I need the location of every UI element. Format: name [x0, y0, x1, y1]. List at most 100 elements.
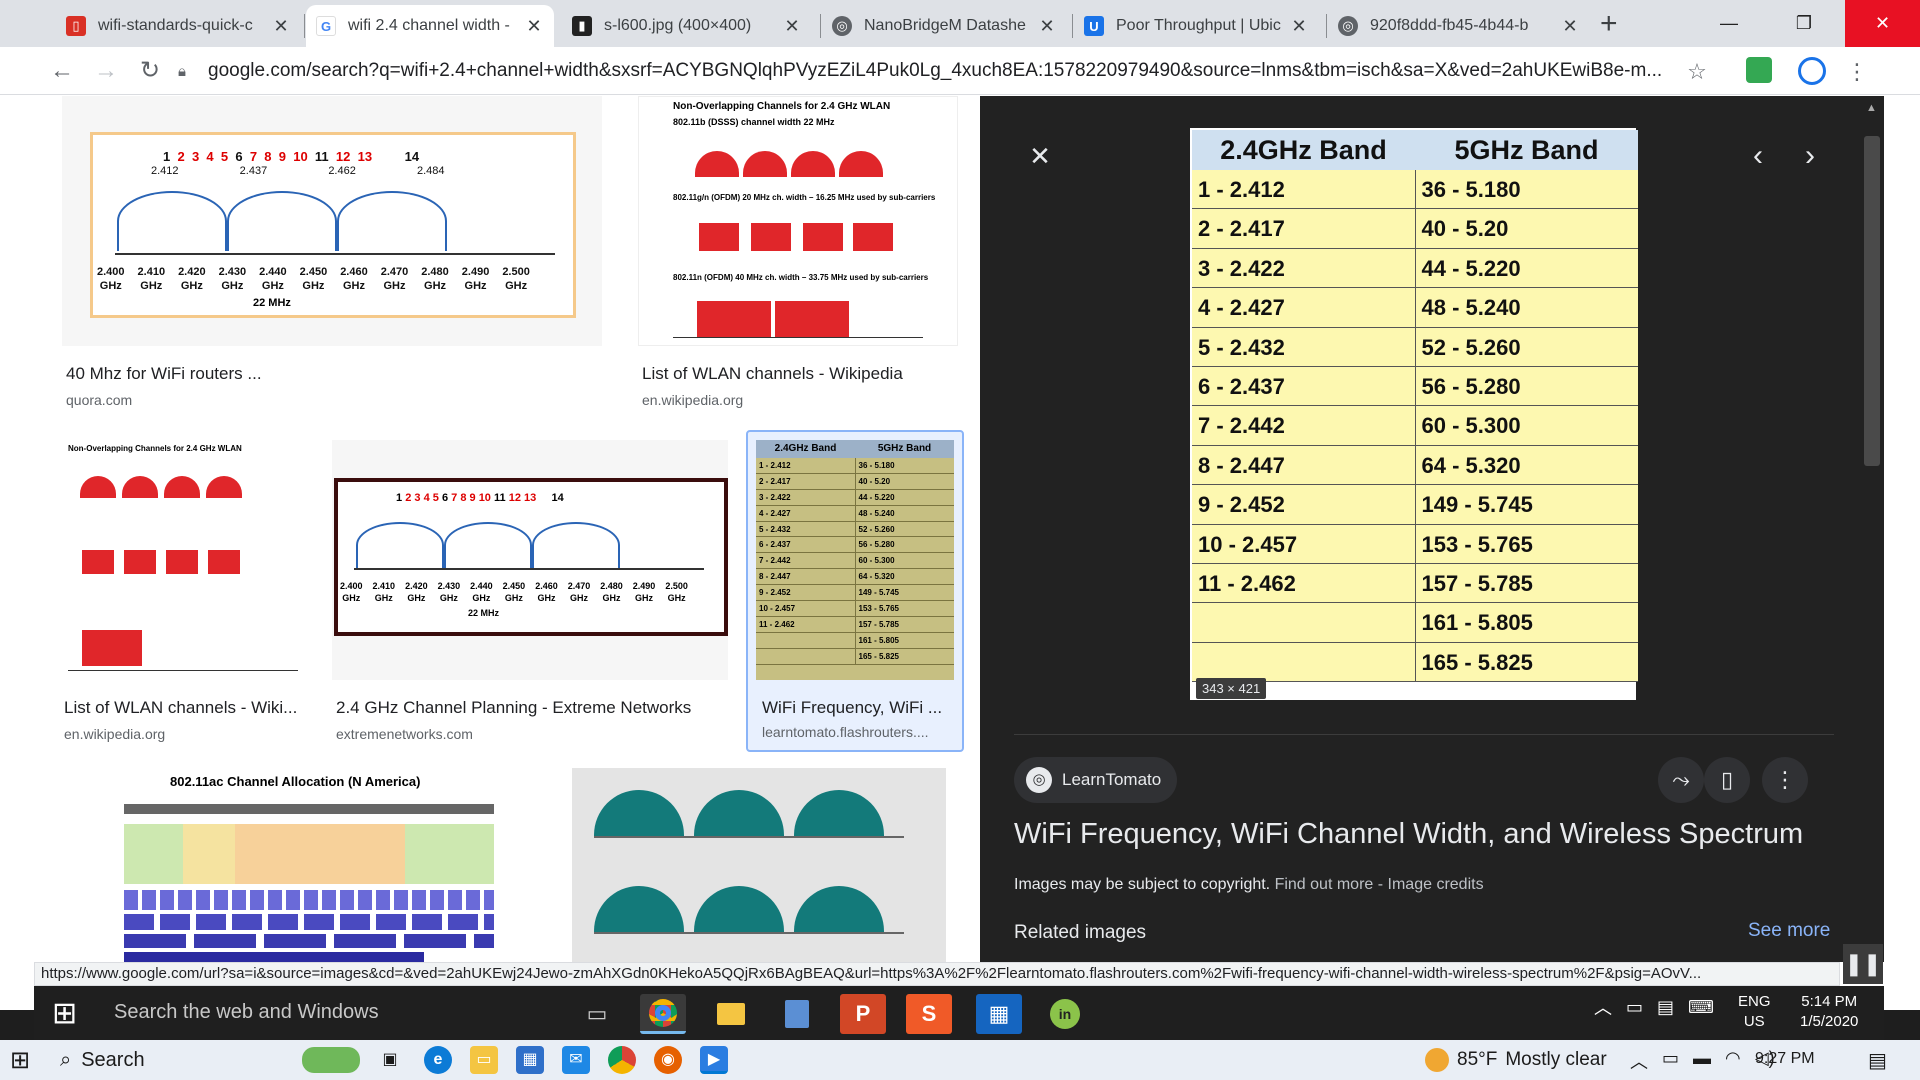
result-thumbnail[interactable] [572, 768, 946, 962]
tab-3[interactable]: ◎ NanoBridgeM Datashe ✕ [822, 5, 1067, 47]
wifi-icon[interactable]: ◠ [1725, 1048, 1741, 1074]
band-table-body: 1 - 2.412 36 - 5.180 2 - 2.417 40 - 5.20 3 -… [1192, 170, 1638, 683]
back-icon[interactable]: ← [46, 55, 78, 87]
close-tab-icon[interactable]: ✕ [271, 16, 291, 37]
powerpoint-icon[interactable]: P [840, 994, 886, 1034]
taskbar-clock[interactable]: 9:27 PM [1755, 1050, 1815, 1068]
file-explorer-icon[interactable] [708, 994, 754, 1034]
new-tab-button[interactable]: + [1600, 9, 1618, 39]
display-icon[interactable]: ▭ [1662, 1048, 1679, 1074]
close-tab-icon[interactable]: ✕ [1037, 16, 1057, 37]
extension-icon[interactable] [1742, 57, 1776, 87]
image-result-selected[interactable]: 2.4GHz Band 5GHz Band 1 - 2.412 36 - 5.18… [746, 430, 964, 752]
image-result[interactable]: 1 2 3 4 5 6 7 8 9 10 11 12 13 14 2.400 G… [332, 440, 728, 752]
result-title[interactable]: WiFi Frequency, WiFi ... [762, 698, 942, 718]
preview-image[interactable]: 2.4GHz Band 5GHz Band 1 - 2.412 36 - 5.18… [1190, 128, 1638, 700]
result-thumbnail[interactable]: 1 2 3 4 5 6 7 8 9 10 11 12 13 14 2.412 2… [62, 96, 602, 346]
battery-icon[interactable]: ▬ [1693, 1048, 1711, 1074]
restore-icon[interactable]: ❐ [1775, 0, 1833, 47]
taskbar-search-box[interactable]: Search the web and Windows [114, 1001, 379, 1024]
chrome-icon[interactable] [640, 994, 686, 1034]
file-explorer-icon[interactable]: ▭ [470, 1046, 498, 1074]
store-icon[interactable]: ▦ [516, 1046, 544, 1074]
close-window-icon[interactable]: ✕ [1845, 0, 1920, 47]
result-title[interactable]: List of WLAN channels - Wikipedia [642, 364, 903, 384]
image-credits-link[interactable]: Image credits [1388, 876, 1484, 893]
calculator-icon[interactable]: ▦ [976, 994, 1022, 1034]
scroll-up-icon[interactable]: ▲ [1866, 102, 1877, 114]
pause-icon[interactable]: ❚❚ [1843, 944, 1883, 984]
result-thumbnail[interactable]: Non-Overlapping Channels for 2.4 GHz WLA… [638, 96, 958, 346]
result-thumbnail[interactable]: 2.4GHz Band 5GHz Band 1 - 2.412 36 - 5.18… [756, 440, 954, 680]
image-result[interactable]: Non-Overlapping Channels for 2.4 GHz WLA… [638, 96, 968, 416]
more-vert-icon[interactable]: ⋮ [1762, 757, 1808, 803]
find-out-more-link[interactable]: Find out more [1275, 876, 1374, 893]
image-result[interactable]: 802.11ac Channel Allocation (N America) [60, 768, 536, 962]
tab-1[interactable]: G wifi 2.4 channel width - ✕ [306, 5, 554, 47]
address-bar[interactable]: 🔒︎ google.com/search?q=wifi+2.4+channel+… [178, 52, 1698, 90]
scrollbar-thumb[interactable] [1864, 136, 1880, 466]
edge-icon[interactable]: e [424, 1046, 452, 1074]
tab-0[interactable]: ▯ wifi-standards-quick-c ✕ [56, 5, 301, 47]
task-view-icon[interactable]: ▣ [376, 1046, 404, 1074]
battery-icon[interactable]: ▭ [1626, 997, 1643, 1018]
result-thumbnail[interactable]: Non-Overlapping Channels for 2.4 GHz WLA… [60, 440, 306, 680]
image-result[interactable]: 1 2 3 4 5 6 7 8 9 10 11 12 13 14 2.412 2… [62, 96, 602, 416]
result-source[interactable]: learntomato.flashrouters.... [762, 724, 929, 740]
result-thumbnail[interactable]: 802.11ac Channel Allocation (N America) [60, 768, 536, 962]
windows-start-icon[interactable]: ⊞ [10, 1046, 30, 1075]
copyright-notice: Images may be subject to copyright. Find… [1014, 876, 1484, 894]
tab-2[interactable]: ▮ s-l600.jpg (400×400) ✕ [562, 5, 812, 47]
app-icon[interactable] [774, 994, 820, 1034]
profile-avatar[interactable] [1797, 57, 1827, 87]
share-icon[interactable]: ⤳ [1658, 757, 1704, 803]
firefox-icon[interactable]: ◉ [654, 1046, 682, 1074]
bookmark-star-icon[interactable]: ☆ [1682, 57, 1712, 87]
taskbar-search[interactable]: ⌕ Search [60, 1046, 360, 1074]
close-tab-icon[interactable]: ✕ [782, 16, 802, 37]
image-result[interactable] [572, 768, 946, 962]
chevron-left-icon[interactable]: ‹ [1740, 138, 1776, 174]
remote-app-icon[interactable]: ▶ [700, 1046, 728, 1074]
result-title[interactable]: List of WLAN channels - Wiki... [64, 698, 297, 718]
forward-icon[interactable]: → [90, 55, 122, 87]
tab-4[interactable]: U Poor Throughput | Ubic ✕ [1074, 5, 1319, 47]
keyboard-icon[interactable]: ⌨ [1688, 997, 1714, 1018]
invision-icon[interactable]: in [1042, 994, 1088, 1034]
language-indicator[interactable]: ENG US [1738, 992, 1771, 1032]
see-more-link[interactable]: See more [1748, 920, 1830, 942]
notification-icon[interactable]: ▤ [1868, 1048, 1887, 1073]
result-title[interactable]: 2.4 GHz Channel Planning - Extreme Netwo… [336, 698, 691, 718]
mail-icon[interactable]: ✉ [562, 1046, 590, 1074]
task-view-icon[interactable]: ▭ [574, 994, 620, 1034]
result-source[interactable]: quora.com [66, 392, 132, 408]
weather-widget[interactable]: 85°F Mostly clear [1425, 1048, 1607, 1072]
result-title[interactable]: 40 Mhz for WiFi routers ... [66, 364, 262, 384]
chevron-right-icon[interactable]: › [1792, 138, 1828, 174]
close-tab-icon[interactable]: ✕ [524, 16, 544, 37]
preview-title[interactable]: WiFi Frequency, WiFi Channel Width, and … [1014, 818, 1803, 851]
bookmark-icon[interactable]: ▯ [1704, 757, 1750, 803]
tab-title: wifi 2.4 channel width - [348, 17, 510, 34]
windows-start-icon[interactable]: ⊞ [52, 996, 77, 1031]
chevron-up-icon[interactable]: ︿ [1594, 994, 1612, 1020]
close-icon[interactable]: ✕ [1022, 138, 1058, 174]
minimize-icon[interactable]: — [1700, 0, 1758, 47]
tab-5[interactable]: ◎ 920f8ddd-fb45-4b44-b ✕ [1328, 5, 1590, 47]
close-tab-icon[interactable]: ✕ [1289, 16, 1309, 37]
result-thumbnail[interactable]: 1 2 3 4 5 6 7 8 9 10 11 12 13 14 2.400 G… [332, 440, 728, 680]
source-chip[interactable]: ◎ LearnTomato [1014, 757, 1178, 803]
image-result[interactable]: Non-Overlapping Channels for 2.4 GHz WLA… [60, 440, 310, 752]
result-source[interactable]: extremenetworks.com [336, 726, 473, 742]
scrollbar[interactable]: ▲ [1840, 96, 1884, 962]
chevron-up-icon[interactable]: ︿ [1630, 1048, 1648, 1074]
close-tab-icon[interactable]: ✕ [1560, 16, 1580, 37]
taskbar-clock[interactable]: 5:14 PM 1/5/2020 [1800, 992, 1858, 1032]
sketch-app-icon[interactable]: S [906, 994, 952, 1034]
chrome-icon[interactable] [608, 1046, 636, 1074]
message-icon[interactable]: ▤ [1657, 997, 1674, 1018]
menu-kebab-icon[interactable]: ⋮ [1842, 57, 1872, 87]
result-source[interactable]: en.wikipedia.org [642, 392, 743, 408]
result-source[interactable]: en.wikipedia.org [64, 726, 165, 742]
reload-icon[interactable]: ↻ [134, 55, 166, 87]
